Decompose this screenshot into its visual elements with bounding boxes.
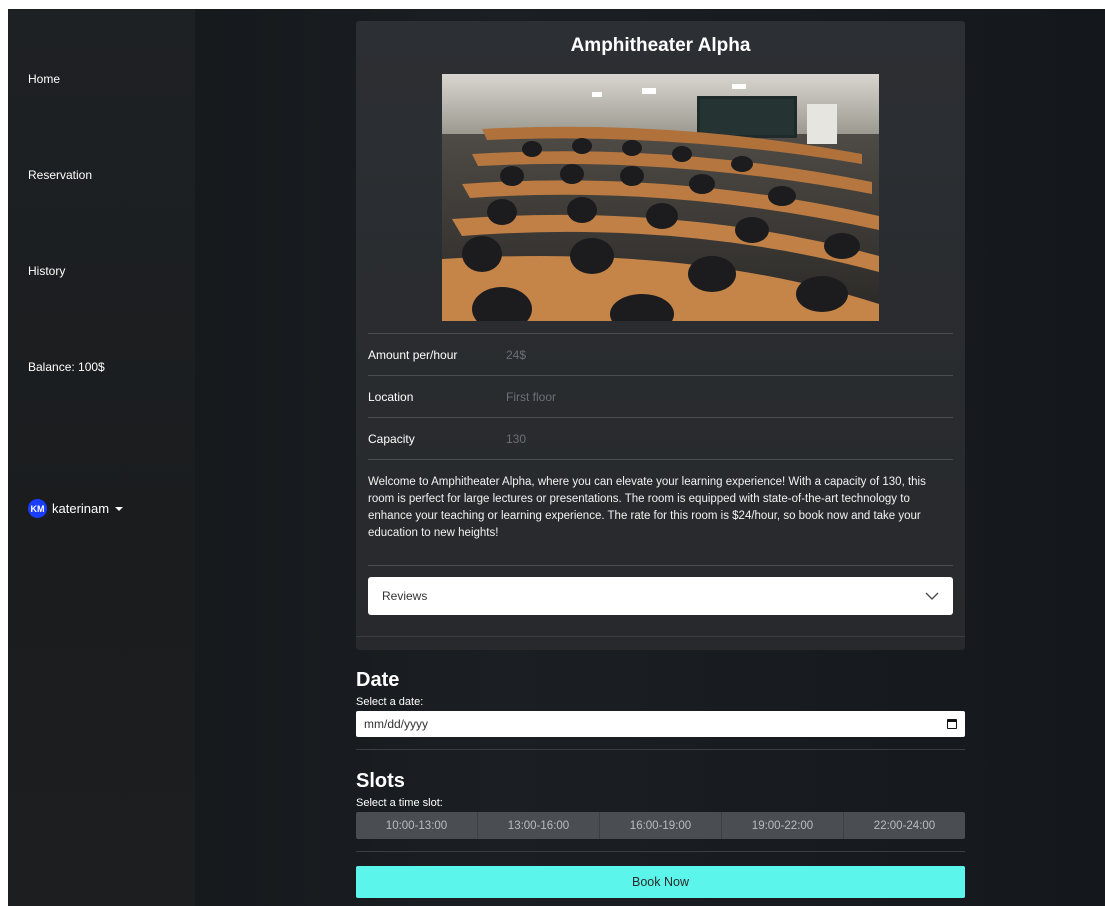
slots-section: Slots Select a time slot: 10:00-13:00 13… [356, 770, 965, 852]
caret-down-icon [115, 506, 124, 511]
detail-row-location: Location First floor [368, 375, 953, 417]
detail-value: 130 [506, 431, 527, 446]
detail-value: First floor [506, 389, 557, 404]
book-now-button[interactable]: Book Now [356, 866, 965, 898]
detail-row-capacity: Capacity 130 [368, 417, 953, 459]
time-slot-button[interactable]: 16:00-19:00 [600, 812, 722, 839]
app-root: Home Reservation History Balance: 100$ K… [8, 9, 1105, 906]
reviews-label: Reviews [382, 589, 428, 603]
date-section: Date Select a date: mm/dd/yyyy [356, 669, 965, 750]
lecture-hall-image [442, 74, 879, 321]
user-menu[interactable]: KM katerinam [28, 499, 124, 518]
room-description: Welcome to Amphitheater Alpha, where you… [368, 459, 953, 565]
card-footer-divider [356, 636, 965, 637]
time-slot-button[interactable]: 13:00-16:00 [478, 812, 600, 839]
divider [356, 749, 965, 750]
room-details: Amount per/hour 24$ Location First floor… [368, 333, 953, 615]
sidebar-item-reservation[interactable]: Reservation [28, 168, 92, 182]
main-content: Amphitheater Alpha Amount per/hour 24$ L… [195, 9, 1105, 906]
time-slot-group: 10:00-13:00 13:00-16:00 16:00-19:00 19:0… [356, 812, 965, 839]
calendar-icon[interactable] [947, 719, 957, 729]
detail-label: Location [368, 389, 414, 404]
sidebar: Home Reservation History Balance: 100$ K… [8, 9, 195, 906]
date-placeholder: mm/dd/yyyy [364, 717, 429, 731]
sidebar-item-home[interactable]: Home [28, 72, 60, 86]
reviews-accordion-button[interactable]: Reviews [368, 577, 953, 615]
detail-label: Amount per/hour [368, 347, 458, 362]
detail-label: Capacity [368, 431, 415, 446]
time-slot-button[interactable]: 10:00-13:00 [356, 812, 478, 839]
date-input[interactable]: mm/dd/yyyy [356, 711, 965, 737]
username: katerinam [52, 501, 110, 516]
avatar: KM [28, 499, 47, 518]
time-slot-button[interactable]: 19:00-22:00 [722, 812, 844, 839]
slots-hint: Select a time slot: [356, 797, 443, 809]
time-slot-button[interactable]: 22:00-24:00 [844, 812, 965, 839]
divider [356, 851, 965, 852]
room-photo [442, 74, 879, 321]
balance-display: Balance: 100$ [28, 360, 105, 374]
room-title: Amphitheater Alpha [570, 35, 751, 56]
chevron-down-icon [925, 592, 939, 600]
reviews-section: Reviews [368, 565, 953, 615]
sidebar-item-history[interactable]: History [28, 264, 65, 278]
detail-value: 24$ [506, 347, 527, 362]
date-title: Date [356, 669, 400, 691]
slots-title: Slots [356, 770, 405, 792]
date-hint: Select a date: [356, 696, 424, 708]
detail-row-amount: Amount per/hour 24$ [368, 333, 953, 375]
room-card: Amphitheater Alpha Amount per/hour 24$ L… [356, 21, 965, 650]
